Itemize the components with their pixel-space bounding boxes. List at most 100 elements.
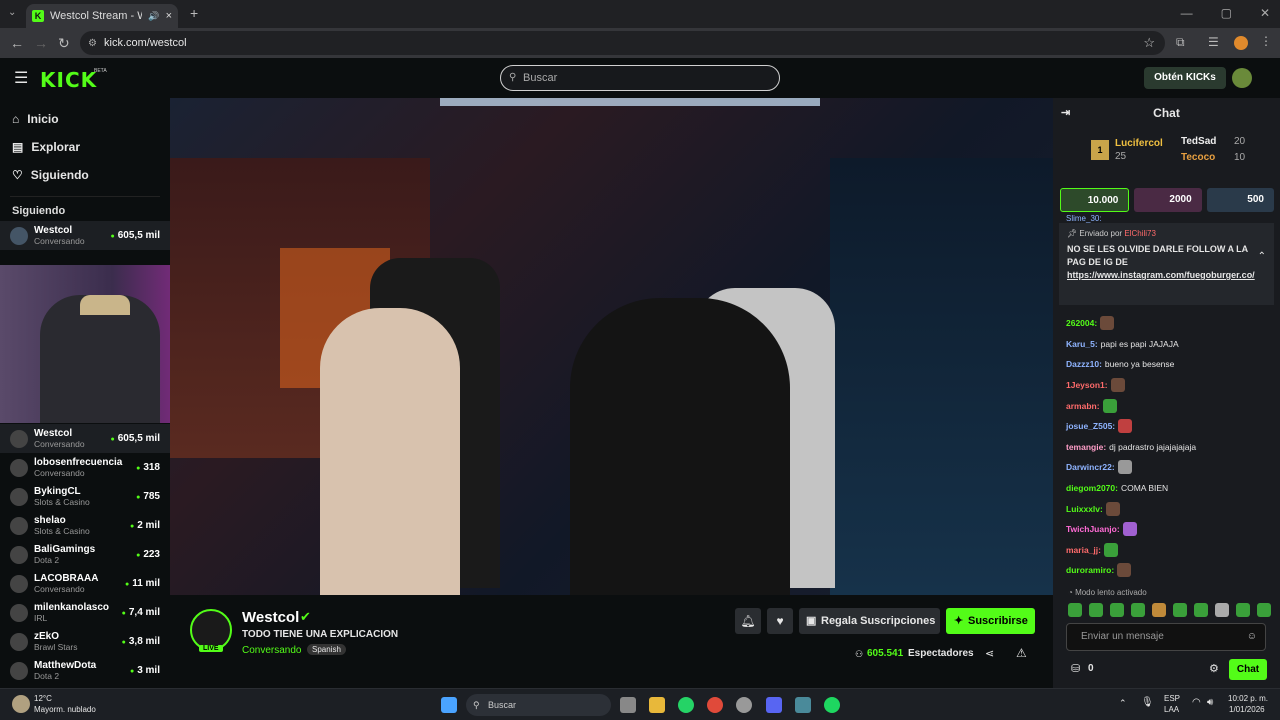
site-info-icon[interactable]: ⚙ (88, 38, 97, 49)
chat-username[interactable]: 1Jeyson1: (1066, 380, 1108, 390)
extensions-icon[interactable]: ⧉ (1176, 35, 1185, 50)
emote-icon[interactable] (1152, 603, 1166, 617)
nav-item-explore[interactable]: ▤ Explorar (12, 140, 158, 154)
gifter-name[interactable]: Tecoco (1181, 152, 1215, 163)
emoji-picker-icon[interactable]: ☺ (1247, 624, 1257, 650)
volume-icon[interactable]: 🔊︎ (1207, 697, 1213, 708)
new-tab-button[interactable]: + (190, 5, 198, 21)
search-input[interactable]: ⚲ Buscar (500, 65, 780, 91)
sidebar-channel-top[interactable]: WestcolConversando 605,5 mil (0, 221, 170, 250)
nav-item-home[interactable]: ⌂ Inicio (12, 112, 158, 126)
profile-avatar[interactable] (1234, 36, 1248, 50)
list-item[interactable]: LACOBRAAAConversando 11 mil (0, 569, 170, 598)
chat-message-input[interactable]: Enviar un mensaje ☺ (1066, 623, 1266, 651)
emote-icon[interactable] (1194, 603, 1208, 617)
video-player[interactable] (170, 98, 1053, 595)
minimize-icon[interactable]: — (1181, 6, 1193, 20)
get-kicks-button[interactable]: Obtén KICKs (1144, 67, 1226, 89)
app-icon[interactable] (736, 697, 752, 713)
leaderboard-item[interactable]: 10.000 (1060, 188, 1130, 212)
chat-username[interactable]: maria_jj: (1066, 545, 1101, 555)
pinned-by-user[interactable]: ElChili73 (1124, 229, 1156, 238)
gift-subs-button[interactable]: ▣ Regala Suscripciones (799, 608, 940, 634)
subscribe-button[interactable]: ✦ Suscribirse (946, 608, 1035, 634)
chat-username[interactable]: diegom2070: (1066, 483, 1118, 493)
points-icon[interactable]: ⛁ (1071, 662, 1080, 675)
bookmark-star-icon[interactable]: ☆ (1143, 35, 1155, 51)
chat-username[interactable]: Dazzz10: (1066, 359, 1102, 369)
emote-icon[interactable] (1068, 603, 1082, 617)
chat-username[interactable]: armabn: (1066, 401, 1100, 411)
gifter-name[interactable]: Lucifercol (1115, 138, 1163, 149)
chat-username[interactable]: Karu_5: (1066, 339, 1098, 349)
follow-heart-button[interactable]: ♥ (767, 608, 793, 634)
weather-icon[interactable] (12, 695, 30, 713)
chat-username[interactable]: Darwincr22: (1066, 462, 1115, 472)
reading-list-icon[interactable]: ☰ (1208, 35, 1219, 49)
maximize-icon[interactable]: ▢ (1221, 6, 1232, 20)
tab-list-icon[interactable]: ⌄ (8, 7, 16, 18)
clock-time[interactable]: 10:02 p. m. (1228, 694, 1268, 703)
keyboard-lang-1[interactable]: ESP (1164, 694, 1180, 703)
send-chat-button[interactable]: Chat (1229, 659, 1267, 680)
list-item[interactable]: BykingCLSlots & Casino 785 (0, 482, 170, 511)
list-item[interactable]: BaliGamingsDota 2 223 (0, 540, 170, 569)
browser-tab[interactable]: K Westcol Stream - Watch Li 🔊 × (26, 4, 178, 28)
nav-item-following[interactable]: ♡ Siguiendo (12, 168, 158, 182)
discord-icon[interactable] (766, 697, 782, 713)
emote-icon[interactable] (1089, 603, 1103, 617)
streamer-name[interactable]: Westcol (242, 609, 299, 626)
kick-logo[interactable]: KICK (40, 68, 97, 92)
emote-icon[interactable] (1257, 603, 1271, 617)
chrome-icon[interactable] (707, 697, 723, 713)
reload-icon[interactable]: ↻ (58, 35, 70, 52)
emote-icon[interactable] (1131, 603, 1145, 617)
hamburger-menu-icon[interactable]: ☰ (14, 68, 28, 88)
pinned-link[interactable]: https://www.instagram.com/fuegoburger.co… (1067, 269, 1257, 282)
tab-close-icon[interactable]: × (166, 10, 172, 22)
close-window-icon[interactable]: ✕ (1260, 6, 1270, 20)
emote-icon[interactable] (1236, 603, 1250, 617)
stream-category[interactable]: Conversando (242, 645, 301, 656)
microphone-icon[interactable]: 🎙︎ (1141, 697, 1154, 708)
list-item[interactable]: zEkOBrawl Stars 3,8 mil (0, 627, 170, 656)
chat-username[interactable]: duroramiro: (1066, 565, 1114, 575)
app-icon[interactable] (795, 697, 811, 713)
list-item[interactable]: lobosenfrecuenciaConversando 318 (0, 453, 170, 482)
list-item[interactable]: WestcolConversando 605,5 mil (0, 424, 170, 453)
collapse-chat-icon[interactable]: ⇥ (1061, 98, 1070, 128)
chat-settings-icon[interactable]: ⚙ (1209, 662, 1219, 675)
list-item[interactable]: MatthewDotaDota 2 3 mil (0, 656, 170, 685)
chevron-up-icon[interactable]: ⌃ (1258, 251, 1266, 262)
file-explorer-icon[interactable] (649, 697, 665, 713)
chat-username[interactable]: temangie: (1066, 442, 1106, 452)
notifications-button[interactable]: 🔔︎ (735, 608, 761, 634)
whatsapp-icon[interactable] (678, 697, 694, 713)
browser-menu-icon[interactable]: ⋮ (1260, 34, 1272, 48)
wifi-icon[interactable]: ◠ (1192, 697, 1201, 708)
list-item[interactable]: shelaoSlots & Casino 2 mil (0, 511, 170, 540)
leaderboard-item[interactable]: 2000 (1134, 188, 1202, 212)
forward-icon[interactable]: → (34, 35, 48, 51)
chat-username[interactable]: TwichJuanjo: (1066, 524, 1120, 534)
task-view-icon[interactable] (620, 697, 636, 713)
chat-username[interactable]: josue_Z505: (1066, 421, 1115, 431)
emote-icon[interactable] (1173, 603, 1187, 617)
back-icon[interactable]: ← (10, 35, 24, 51)
share-icon[interactable]: ⋖ (985, 647, 994, 660)
language-badge[interactable]: Spanish (307, 644, 346, 655)
user-avatar[interactable] (1232, 68, 1252, 88)
chat-username[interactable]: 262004: (1066, 318, 1097, 328)
report-icon[interactable]: ⚠ (1016, 646, 1027, 660)
taskbar-search[interactable]: ⚲ Buscar (466, 694, 611, 716)
leaderboard-item[interactable]: 500 (1206, 188, 1274, 212)
gifter-name[interactable]: TedSad (1181, 136, 1216, 147)
chat-username[interactable]: Luixxxlv: (1066, 504, 1103, 514)
windows-start-icon[interactable] (441, 697, 457, 713)
url-field[interactable]: ⚙ kick.com/westcol ☆ (80, 31, 1165, 55)
emote-icon[interactable] (1215, 603, 1229, 617)
tray-chevron-icon[interactable]: ⌃ (1119, 698, 1127, 709)
list-item[interactable]: milenkanolascoIRL 7,4 mil (0, 598, 170, 627)
emote-icon[interactable] (1110, 603, 1124, 617)
spotify-icon[interactable] (824, 697, 840, 713)
